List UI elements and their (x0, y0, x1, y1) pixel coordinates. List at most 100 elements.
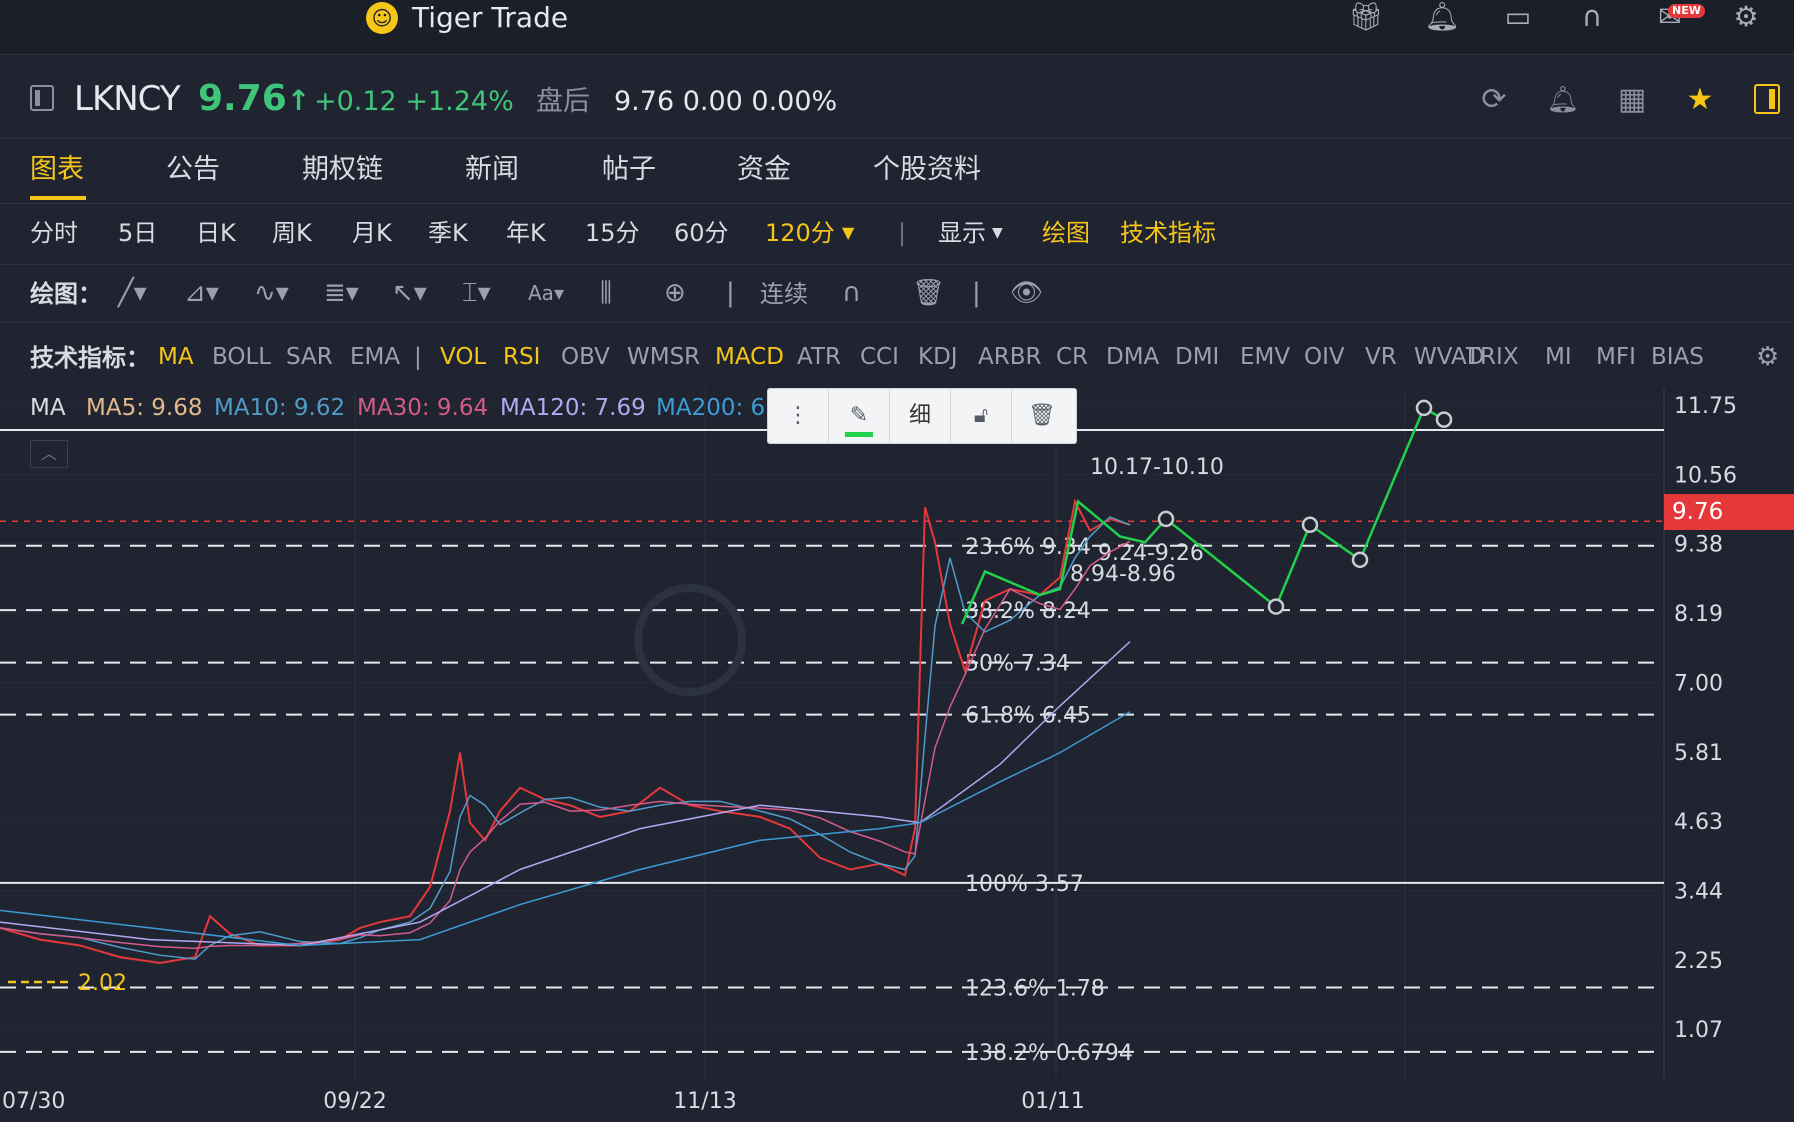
period-60min[interactable]: 60分 (674, 215, 729, 251)
settings-gear-icon[interactable]: ⚙ (1726, 0, 1766, 36)
period-weekly[interactable]: 周K (272, 215, 312, 251)
indicator-settings-icon[interactable]: ⚙ (1756, 340, 1779, 374)
indicator-vr[interactable]: VR (1365, 340, 1397, 374)
measure-icon[interactable]: ⌶▾ (462, 276, 491, 310)
indicator-cr[interactable]: CR (1056, 340, 1088, 374)
fib-level-label: 23.6% 9.34 (965, 535, 1091, 560)
magnet-icon[interactable]: ∩ (842, 276, 861, 310)
delete-icon[interactable]: 🗑︎ (1012, 389, 1072, 443)
panel-toggle-icon[interactable] (1754, 84, 1780, 114)
ma-value: MA10: 9.62 (214, 395, 346, 421)
tab-capital[interactable]: 资金 (737, 150, 791, 190)
period-15min[interactable]: 15分 (585, 215, 640, 251)
indicator-atr[interactable]: ATR (797, 340, 841, 374)
period-120min[interactable]: 120分 (765, 215, 835, 251)
headset-icon[interactable]: ∩ (1572, 0, 1612, 36)
indicator-mi[interactable]: MI (1545, 340, 1572, 374)
wave-icon[interactable]: ∿▾ (254, 276, 289, 310)
indicator-wmsr[interactable]: WMSR (627, 340, 700, 374)
ma-value: MA120: 7.69 (500, 395, 646, 421)
chat-icon[interactable]: ▭ (1498, 0, 1538, 36)
indicator-dma[interactable]: DMA (1106, 340, 1159, 374)
tab-chart[interactable]: 图表 (30, 150, 84, 190)
low-marker-label: 2.02 (78, 971, 127, 996)
current-price-tag: 9.76 (1664, 494, 1794, 530)
indicators-label: 技术指标： (30, 344, 150, 372)
period-daily[interactable]: 日K (196, 215, 236, 251)
price-axis-label: 5.81 (1674, 741, 1723, 766)
indicator-trix[interactable]: TRIX (1466, 340, 1519, 374)
wave-anchor-point (1301, 516, 1319, 534)
unlock-icon[interactable]: 🔓︎ (951, 389, 1012, 443)
price-change: +0.12 +1.24% (314, 86, 514, 117)
pen-color-icon[interactable]: ✎ (829, 389, 890, 443)
fib-level-label: 50% 7.34 (965, 652, 1070, 677)
alert-bell-icon[interactable]: 🔔︎ (1543, 80, 1583, 120)
tab-options-chain[interactable]: 期权链 (302, 150, 383, 190)
eye-icon[interactable]: 👁︎ (1010, 276, 1043, 310)
sidebar-toggle-icon[interactable] (30, 85, 54, 111)
channel-icon[interactable]: ⊿▾ (184, 276, 219, 310)
indicator-oiv[interactable]: OIV (1304, 340, 1345, 374)
tab-announcements[interactable]: 公告 (166, 150, 220, 190)
draw-menu[interactable]: 绘图 (1042, 215, 1090, 251)
indicator-boll[interactable]: BOLL (212, 340, 271, 374)
tab-posts[interactable]: 帖子 (602, 150, 656, 190)
indicator-arbr[interactable]: ARBR (978, 340, 1041, 374)
indicator-ema[interactable]: EMA (350, 340, 400, 374)
period-monthly[interactable]: 月K (352, 215, 392, 251)
indicator-emv[interactable]: EMV (1240, 340, 1290, 374)
trend-line-icon[interactable]: ╱▾ (118, 276, 147, 310)
indicator-vol[interactable]: VOL (440, 340, 486, 374)
indicator-rsi[interactable]: RSI (503, 340, 540, 374)
indicator-macd[interactable]: MACD (715, 340, 784, 374)
grid-icon[interactable]: ▦ (1612, 80, 1652, 120)
refresh-icon[interactable]: ⟳ (1474, 80, 1514, 120)
star-icon[interactable]: ★ (1680, 80, 1720, 120)
period-dropdown-icon[interactable]: ▼ (842, 215, 854, 251)
trash-icon[interactable]: 🗑︎ (912, 276, 945, 310)
text-tool-icon[interactable]: Aa▾ (528, 276, 564, 310)
line-width-button[interactable]: 细 (890, 389, 951, 443)
price-axis-label: 3.44 (1674, 880, 1723, 905)
active-tab-underline (30, 196, 86, 200)
date-axis-label: 09/22 (323, 1089, 386, 1114)
indicator-ma[interactable]: MA (158, 340, 194, 374)
wave-anchor-point (1415, 399, 1433, 417)
collapse-up-icon[interactable]: ︿ (30, 440, 68, 468)
indicator-obv[interactable]: OBV (561, 340, 610, 374)
indicator-sar[interactable]: SAR (286, 340, 333, 374)
price-range-label: 8.94-8.96 (1070, 562, 1176, 587)
bell-icon[interactable]: 🔔︎ (1422, 0, 1462, 36)
drag-handle-icon[interactable]: ⋮ (768, 389, 829, 443)
price-axis-label: 10.56 (1674, 464, 1737, 489)
indicator-kdj[interactable]: KDJ (918, 340, 958, 374)
indicator-dmi[interactable]: DMI (1175, 340, 1219, 374)
date-axis-label: 11/13 (673, 1089, 736, 1114)
display-menu[interactable]: 显示 (938, 215, 986, 251)
indicators-menu[interactable]: 技术指标 (1120, 215, 1216, 251)
indicator-mfi[interactable]: MFI (1596, 340, 1636, 374)
period-5d[interactable]: 5日 (118, 215, 157, 251)
price-range-label: 10.17-10.10 (1090, 455, 1224, 480)
continuous-toggle[interactable]: 连续 (760, 276, 808, 312)
gift-icon[interactable]: 🎁︎ (1346, 0, 1386, 36)
period-yearly[interactable]: 年K (506, 215, 546, 251)
divider (0, 264, 1794, 265)
display-dropdown-icon[interactable]: ▼ (992, 215, 1003, 251)
tab-profile[interactable]: 个股资料 (873, 150, 981, 190)
fib-levels-icon[interactable]: ≣▾ (324, 276, 359, 310)
zoom-in-icon[interactable]: ⊕ (664, 276, 686, 310)
indicator-bias[interactable]: BIAS (1651, 340, 1704, 374)
price-chart[interactable]: 11.75 10.56 9.38 8.19 7.00 5.81 4.63 3.44 2.25 1.… (0, 388, 1794, 1122)
price-axis-label: 2.25 (1674, 949, 1723, 974)
period-quarterly[interactable]: 季K (428, 215, 468, 251)
wave-anchor-point (1351, 551, 1369, 569)
price-axis-label: 7.00 (1674, 672, 1723, 697)
indicator-cci[interactable]: CCI (860, 340, 899, 374)
stock-price: 9.76↑ (198, 78, 311, 119)
tab-news[interactable]: 新闻 (465, 150, 519, 190)
candle-tool-icon[interactable]: ⫼ (600, 276, 612, 310)
period-intraday[interactable]: 分时 (30, 215, 78, 251)
arrow-tool-icon[interactable]: ↖▾ (392, 276, 427, 310)
